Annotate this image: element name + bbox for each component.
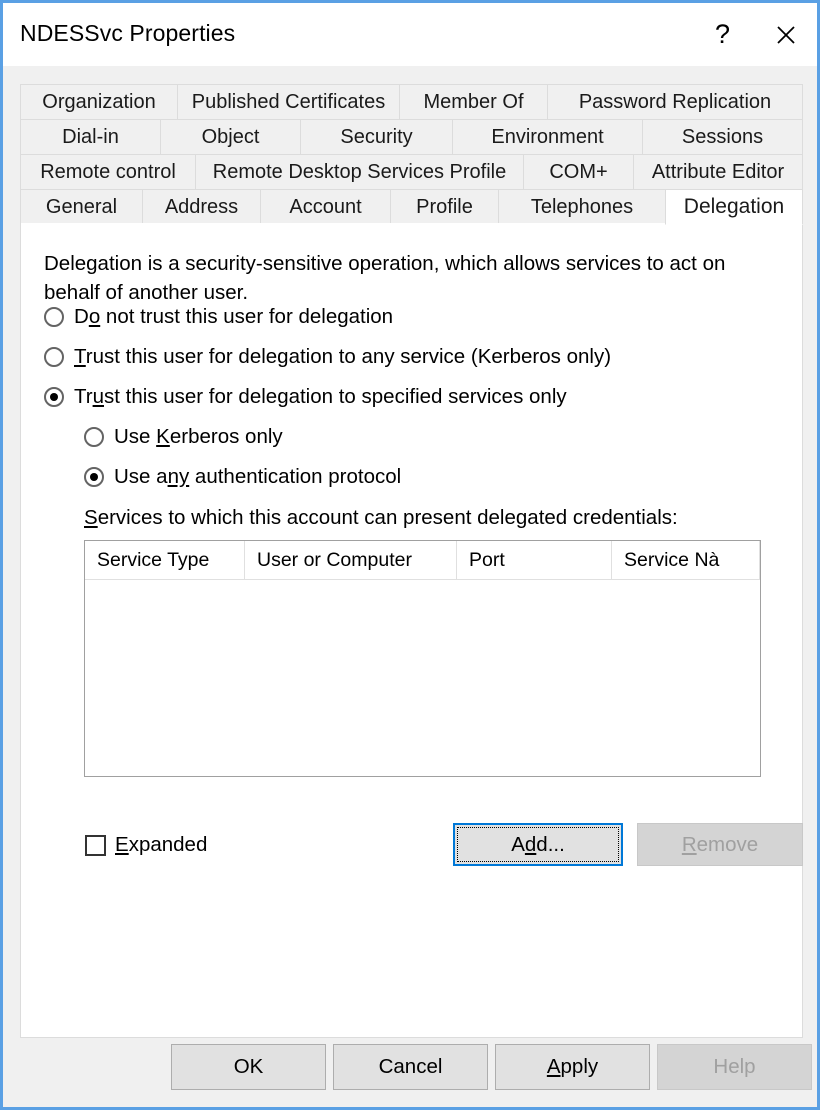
- radio-label: Trust this user for delegation to specif…: [74, 385, 567, 408]
- column-header[interactable]: User or Computer: [245, 541, 457, 579]
- tab-row-2: Dial-in Object Security Environment Sessions: [20, 119, 803, 155]
- tab-label: Environment: [491, 125, 604, 148]
- ok-button[interactable]: OK: [171, 1044, 326, 1090]
- tab-label: Published Certificates: [191, 90, 386, 113]
- radio-use-kerberos-only[interactable]: Use Kerberos only: [84, 425, 283, 449]
- tab-remote-control[interactable]: Remote control: [20, 154, 195, 190]
- radio-label: Trust this user for delegation to any se…: [74, 345, 612, 368]
- tab-delegation[interactable]: Delegation: [665, 189, 803, 225]
- tab-label: Telephones: [530, 195, 634, 218]
- column-header[interactable]: Service Nà: [612, 541, 760, 579]
- tab-general[interactable]: General: [20, 189, 142, 225]
- tab-published-certificates[interactable]: Published Certificates: [177, 84, 399, 120]
- radio-trust-specified-services[interactable]: Trust this user for delegation to specif…: [44, 385, 567, 409]
- apply-button[interactable]: Apply: [495, 1044, 650, 1090]
- radio-trust-any-service[interactable]: Trust this user for delegation to any se…: [44, 345, 611, 369]
- help-icon-button[interactable]: ?: [691, 3, 754, 66]
- tab-label: Dial-in: [62, 125, 119, 148]
- dialog-footer: OK Cancel Apply Help: [3, 1032, 817, 1107]
- cancel-button-label: Cancel: [378, 1055, 443, 1078]
- checkbox-indicator: [85, 834, 106, 856]
- tab-label: Address: [164, 195, 239, 218]
- tab-label: Organization: [42, 90, 156, 113]
- tab-strip: Organization Published Certificates Member…: [20, 84, 803, 225]
- tab-dial-in[interactable]: Dial-in: [20, 119, 160, 155]
- tab-label: Account: [289, 195, 362, 218]
- title-bar: NDESSvc Properties ?: [3, 3, 817, 66]
- tab-label: Password Replication: [578, 90, 772, 113]
- dialog-body: Organization Published Certificates Member…: [3, 66, 817, 1107]
- radio-indicator: [84, 427, 104, 447]
- tab-label: Sessions: [681, 125, 764, 148]
- radio-indicator: [44, 307, 64, 327]
- expanded-checkbox-label: Expanded: [115, 833, 208, 856]
- tab-row-1: Organization Published Certificates Member…: [20, 84, 803, 120]
- services-list-view[interactable]: Service Type User or Computer Port Service …: [84, 540, 761, 777]
- tab-row-4: General Address Account Profile Telephones De…: [20, 189, 803, 225]
- tab-label: Profile: [416, 195, 473, 218]
- tab-attribute-editor[interactable]: Attribute Editor: [633, 154, 803, 190]
- tab-address[interactable]: Address: [142, 189, 260, 225]
- services-list-body[interactable]: [85, 580, 760, 776]
- tab-label: Member Of: [423, 90, 524, 113]
- tab-account[interactable]: Account: [260, 189, 390, 225]
- remove-button-label: Remove: [681, 832, 759, 856]
- title-bar-buttons: ?: [691, 3, 817, 66]
- cancel-button[interactable]: Cancel: [333, 1044, 488, 1090]
- column-header[interactable]: Service Type: [85, 541, 245, 579]
- services-list-label: Services to which this account can prese…: [84, 506, 678, 529]
- radio-do-not-trust[interactable]: Do not trust this user for delegation: [44, 305, 393, 329]
- add-button[interactable]: Add...: [453, 823, 623, 866]
- add-button-label: Add...: [511, 832, 565, 856]
- tab-label: Object: [201, 125, 260, 148]
- tab-label: Delegation: [683, 195, 785, 218]
- radio-label: Do not trust this user for delegation: [74, 305, 394, 328]
- tab-security[interactable]: Security: [300, 119, 452, 155]
- tab-label: Remote control: [40, 160, 176, 183]
- close-icon-button[interactable]: [754, 3, 817, 66]
- column-header[interactable]: Port: [457, 541, 612, 579]
- help-button: Help: [657, 1044, 812, 1090]
- properties-dialog-window: NDESSvc Properties ? Organization Publish…: [0, 0, 820, 1110]
- radio-indicator: [84, 467, 104, 487]
- tab-profile[interactable]: Profile: [390, 189, 498, 225]
- radio-indicator: [44, 387, 64, 407]
- expanded-checkbox[interactable]: Expanded: [85, 833, 207, 857]
- tab-label: Remote Desktop Services Profile: [212, 160, 507, 183]
- radio-label: Use Kerberos only: [114, 425, 283, 448]
- help-button-label: Help: [713, 1055, 756, 1078]
- ok-button-label: OK: [233, 1055, 264, 1078]
- tab-label: General: [45, 195, 118, 218]
- tab-label: Security: [340, 125, 413, 148]
- tab-telephones[interactable]: Telephones: [498, 189, 665, 225]
- tab-object[interactable]: Object: [160, 119, 300, 155]
- tab-label: COM+: [549, 160, 608, 183]
- window-title: NDESSvc Properties: [20, 20, 236, 46]
- tab-organization[interactable]: Organization: [20, 84, 177, 120]
- delegation-description: Delegation is a security-sensitive opera…: [44, 252, 726, 304]
- radio-label: Use any authentication protocol: [114, 465, 402, 488]
- radio-indicator: [44, 347, 64, 367]
- tab-password-replication[interactable]: Password Replication: [547, 84, 803, 120]
- tab-environment[interactable]: Environment: [452, 119, 642, 155]
- delegation-tab-panel: Delegation is a security-sensitive opera…: [20, 223, 803, 1038]
- tab-sessions[interactable]: Sessions: [642, 119, 803, 155]
- tab-com[interactable]: COM+: [523, 154, 633, 190]
- tab-row-3: Remote control Remote Desktop Services Pr…: [20, 154, 803, 190]
- radio-use-any-auth-protocol[interactable]: Use any authentication protocol: [84, 465, 401, 489]
- tab-member-of[interactable]: Member Of: [399, 84, 547, 120]
- tab-label: Attribute Editor: [651, 160, 785, 183]
- apply-button-label: Apply: [546, 1055, 599, 1078]
- tab-remote-desktop-services-profile[interactable]: Remote Desktop Services Profile: [195, 154, 523, 190]
- remove-button: Remove: [637, 823, 803, 866]
- services-list-header: Service Type User or Computer Port Service …: [85, 541, 760, 580]
